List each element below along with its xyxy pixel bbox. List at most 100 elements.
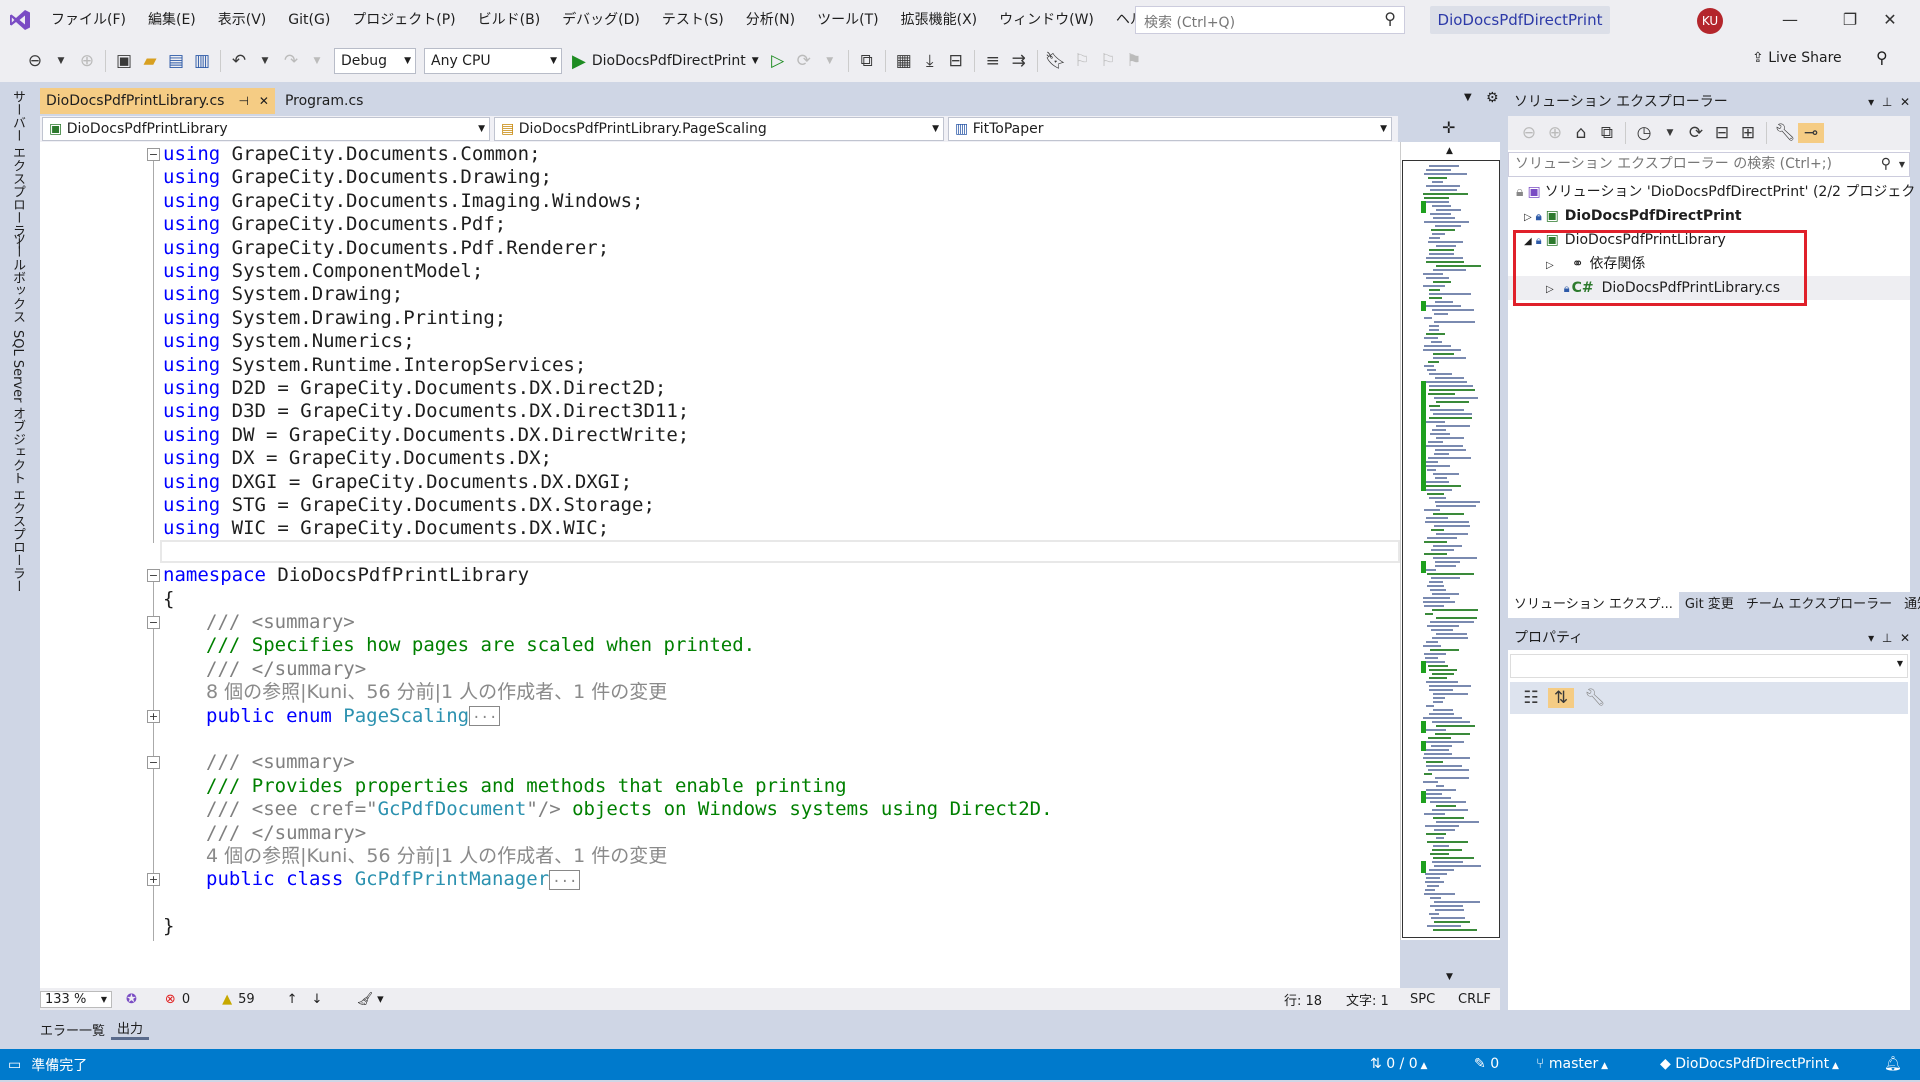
hot-reload-dropdown-icon[interactable]: ▼ [817,56,843,66]
properties-object-select[interactable]: ▼ [1510,654,1908,678]
window-position-icon[interactable]: ▾ [1868,631,1874,645]
refresh-icon[interactable]: ⟳ [1683,123,1709,143]
branch-indicator[interactable]: ⑂ master ▲ [1536,1049,1608,1080]
code-cleanup-icon[interactable]: 🧹︎ ▾ [356,992,383,1007]
close-icon[interactable]: ✕ [1860,0,1920,40]
start-without-debugging-icon[interactable]: ▷ [765,51,791,71]
prev-bookmark-icon[interactable]: ⚐ [1069,51,1095,71]
scrollbar-map-viewport[interactable] [1402,160,1500,938]
menu-item[interactable]: 拡張機能(X) [890,0,989,40]
visual-studio-logo-icon[interactable] [0,0,40,40]
browse-icon[interactable]: ⧉ [854,51,880,71]
back-icon[interactable]: ⊖ [22,51,48,71]
tree-solution[interactable]: 🔒︎ ▣ ソリューション 'DioDocsPdfDirectPrint' (2/2 … [1516,180,1920,204]
bookmark-icon[interactable]: 🔖︎ [1043,51,1069,71]
menu-item[interactable]: ビルド(B) [467,0,552,40]
forward-icon[interactable]: ⊕ [1542,123,1568,143]
menu-item[interactable]: テスト(S) [651,0,735,40]
redo-dropdown-icon[interactable]: ▼ [304,56,330,66]
back-dropdown-icon[interactable]: ▼ [48,56,74,66]
errors-indicator[interactable]: ⊗ 0 [165,992,190,1007]
menu-item[interactable]: 表示(V) [207,0,278,40]
hot-reload-icon[interactable]: ⟳ [791,51,817,71]
clear-bookmarks-icon[interactable]: ⚑ [1121,51,1147,71]
collapsed-region[interactable]: ... [469,706,501,727]
collapse-region-icon[interactable]: − [147,616,160,629]
tab-overflow-icon[interactable]: ▼ [1464,92,1472,103]
close-icon[interactable]: ✕ [1900,95,1910,109]
tab-git-changes[interactable]: Git 変更 [1679,592,1740,618]
platform-select[interactable]: Any CPU ▼ [424,48,562,74]
start-debugging-button[interactable]: ▶ DioDocsPdfDirectPrint ▼ [566,51,765,72]
output-icon[interactable]: ▭ [8,1057,21,1073]
alphabetical-icon[interactable]: ⇅ [1548,688,1574,708]
split-editor-icon[interactable]: ✛ [1442,118,1455,137]
comment-icon[interactable]: ≡ [980,51,1006,71]
categorized-icon[interactable]: ☷ [1518,688,1544,708]
expand-icon[interactable]: ▷ [1524,212,1532,223]
pin-icon[interactable]: ⊣ [238,88,248,114]
solution-explorer-search-input[interactable]: ソリューション エクスプローラー の検索 (Ctrl+;) ⚲ ▼ [1508,152,1910,177]
history-icon[interactable]: ◷ [1631,123,1657,143]
layout-icon[interactable]: ▦ [891,51,917,71]
menu-item[interactable]: デバッグ(D) [551,0,651,40]
warnings-indicator[interactable]: ▲ 59 [222,992,255,1007]
menu-item[interactable]: 分析(N) [735,0,806,40]
menu-item[interactable]: ファイル(F) [40,0,137,40]
server-explorer-tab[interactable]: サーバー エクスプローラー [8,90,27,250]
column-number[interactable]: 文字: 1 [1346,990,1389,1009]
preview-icon[interactable]: ⊸ [1798,123,1824,143]
menu-item[interactable]: ウィンドウ(W) [988,0,1105,40]
zoom-select[interactable]: 133 % ▼ [40,990,112,1008]
redo-icon[interactable]: ↷ [278,51,304,71]
type-dropdown[interactable]: ▤ DioDocsPdfPrintLibrary.PageScaling ▼ [494,117,944,141]
new-project-icon[interactable]: ▣ [111,51,137,71]
tab-output[interactable]: 出力 [111,1018,150,1040]
save-icon[interactable]: ▤ [163,51,189,71]
minimize-icon[interactable]: — [1760,0,1820,40]
live-share-button[interactable]: ⇪ Live Share [1752,50,1842,66]
collapse-all-icon[interactable]: ⊟ [1709,123,1735,143]
undo-icon[interactable]: ↶ [226,51,252,71]
show-all-files-icon[interactable]: ⊞ [1735,123,1761,143]
home-icon[interactable]: ⌂ [1568,123,1594,143]
switch-views-icon[interactable]: ⧉ [1594,123,1620,143]
gear-icon[interactable]: ⚙ [1486,90,1499,106]
scroll-down-icon[interactable]: ▼ [1446,972,1453,982]
tab-program[interactable]: Program.cs [278,88,370,114]
menu-item[interactable]: ツール(T) [806,0,889,40]
expand-region-icon[interactable]: + [147,709,160,723]
tab-error-list[interactable]: エラー一覧 [34,1020,111,1039]
uncomment-icon[interactable]: ⇉ [1006,51,1032,71]
next-bookmark-icon[interactable]: ⚐ [1095,51,1121,71]
next-issue-icon[interactable]: ↓ [312,992,323,1007]
history-dropdown-icon[interactable]: ▼ [1657,128,1683,138]
undo-dropdown-icon[interactable]: ▼ [252,56,278,66]
step-icon[interactable]: ⤓ [917,51,943,71]
close-icon[interactable]: ✕ [1900,631,1910,645]
property-pages-icon[interactable]: 🔧︎ [1582,688,1608,708]
commits-indicator[interactable]: ⇅ 0 / 0 ▲ [1370,1049,1427,1080]
configuration-select[interactable]: Debug ▼ [334,48,416,74]
intellicode-icon[interactable]: ✪ [126,992,137,1007]
menu-item[interactable]: プロジェクト(P) [341,0,466,40]
back-icon[interactable]: ⊖ [1516,123,1542,143]
avatar[interactable]: KU [1697,8,1723,34]
project-dropdown[interactable]: ▣ DioDocsPdfPrintLibrary ▼ [42,117,490,141]
tab-diodocspdfprintlibrary[interactable]: DioDocsPdfPrintLibrary.cs ⊣ ✕ [40,88,275,114]
forward-icon[interactable]: ⊕ [74,51,100,71]
line-endings[interactable]: CRLF [1458,992,1491,1007]
line-number[interactable]: 行: 18 [1284,990,1322,1009]
save-all-icon[interactable]: ▥ [189,51,215,71]
tab-notifications[interactable]: 通知 [1898,592,1920,618]
pin-icon[interactable]: ⊥ [1882,95,1892,109]
open-folder-icon[interactable]: ▰ [137,51,163,71]
member-dropdown[interactable]: ▥ FitToPaper ▼ [948,117,1392,141]
feedback-icon[interactable]: ⚲ [1876,48,1888,67]
window-position-icon[interactable]: ▾ [1868,95,1874,109]
close-icon[interactable]: ✕ [259,88,269,114]
toolbox-tab[interactable]: ツールボックス [8,232,27,323]
tree-project-directprint[interactable]: ▷ 🔒︎ ▣ DioDocsPdfDirectPrint [1524,204,1742,228]
sql-object-explorer-tab[interactable]: SQL Server オブジェクト エクスプローラー [8,330,27,593]
menu-item[interactable]: 編集(E) [137,0,207,40]
